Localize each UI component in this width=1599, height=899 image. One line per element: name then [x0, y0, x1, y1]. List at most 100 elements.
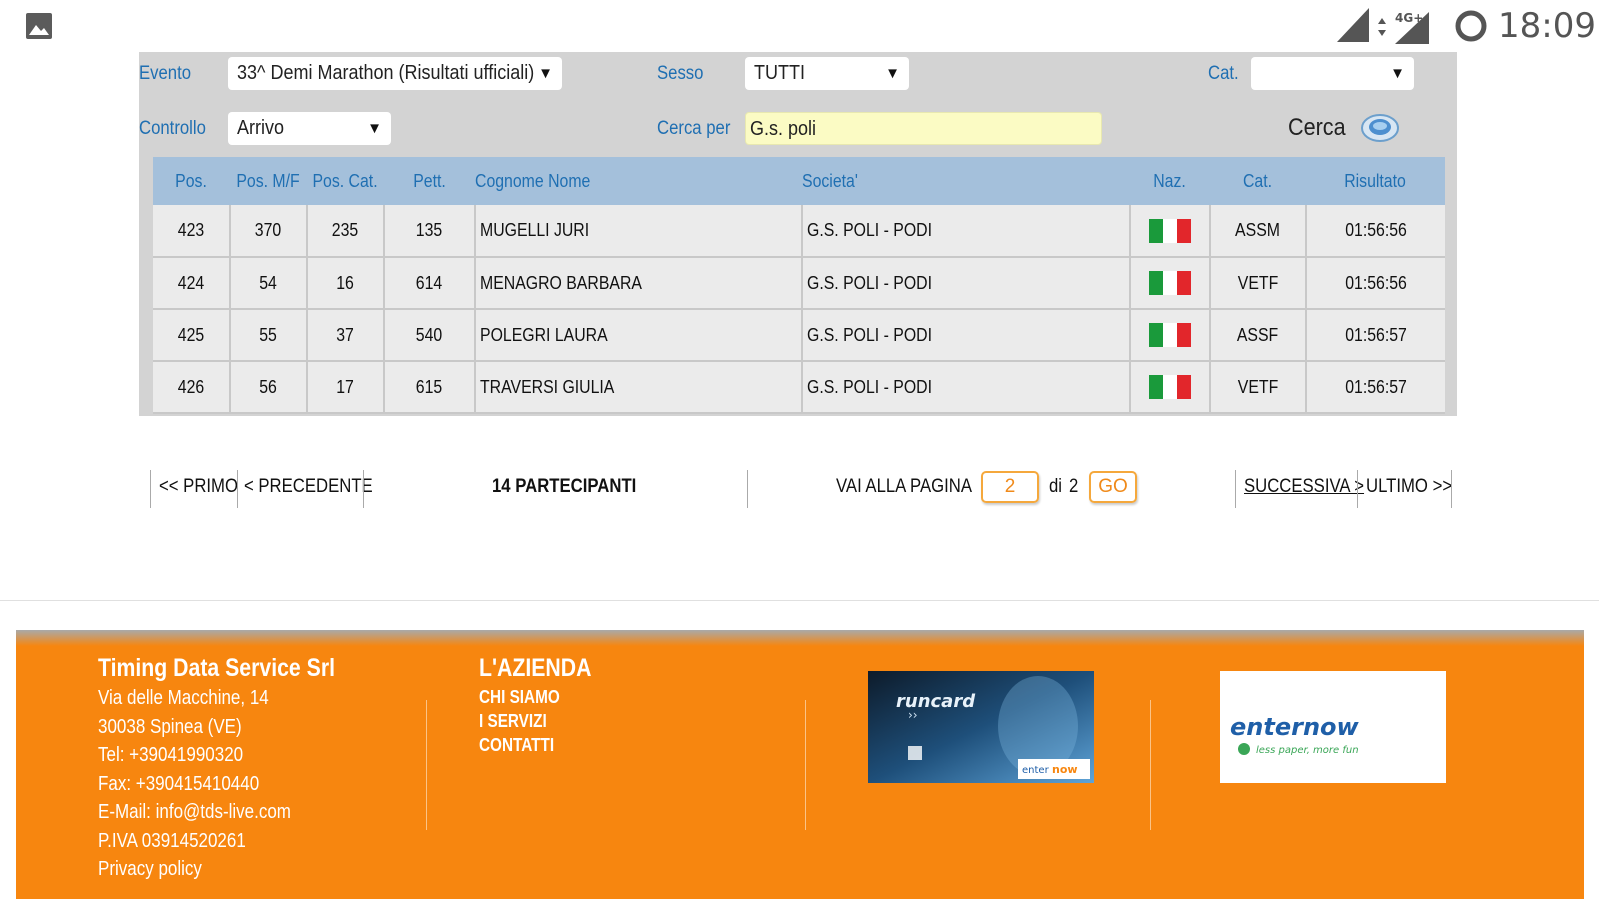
dropdown-arrow-icon: ▼: [1390, 65, 1405, 82]
privacy-policy-link[interactable]: Privacy policy: [98, 855, 335, 884]
header-naz: Naz.: [1153, 170, 1187, 191]
cerca-per-input[interactable]: G.s. poli: [745, 112, 1102, 145]
cell-societa: G.S. POLI - PODI: [801, 205, 1130, 258]
chi-siamo-link[interactable]: CHI SIAMO: [479, 685, 591, 709]
pager-divider: [363, 470, 364, 508]
italy-flag-icon: [1149, 218, 1191, 243]
cell-naz: [1129, 309, 1210, 362]
table-row[interactable]: 425 55 37 540 POLEGRI LAURA G.S. POLI - …: [153, 309, 1445, 362]
results-table: Pos. Pos. M/F Pos. Cat. Pett. Cognome No…: [153, 157, 1445, 414]
company-piva: P.IVA 03914520261: [98, 829, 246, 852]
cell-risultato: 01:56:56: [1305, 257, 1445, 310]
pager-divider: [150, 470, 151, 508]
evento-value: 33^ Demi Marathon (Risultati ufficiali): [237, 62, 535, 84]
cerca-per-value: G.s. poli: [750, 118, 817, 140]
cell-pos-mf: 370: [229, 205, 307, 258]
cell-pos-mf: 55: [229, 309, 307, 362]
cerca-per-label: Cerca per: [657, 118, 731, 139]
cell-pos-mf: 54: [229, 257, 307, 310]
contatti-link[interactable]: CONTATTI: [479, 733, 591, 757]
pager-divider: [1357, 470, 1358, 508]
network-type: 4G+: [1395, 11, 1423, 25]
last-page-link[interactable]: ULTIMO >>: [1366, 476, 1452, 498]
battery-icon: [1455, 10, 1487, 42]
cell-pos: 426: [153, 361, 230, 414]
goto-page-label: VAI ALLA PAGINA: [836, 476, 973, 497]
dropdown-arrow-icon: ▼: [538, 65, 553, 82]
company-name: Timing Data Service Srl: [98, 654, 336, 682]
cell-societa: G.S. POLI - PODI: [801, 361, 1130, 414]
cell-pos-mf: 56: [229, 361, 307, 414]
header-pett: Pett.: [413, 170, 446, 191]
header-cat: Cat.: [1243, 170, 1273, 191]
enternow-banner[interactable]: enternow less paper, more fun: [1220, 671, 1446, 783]
table-row[interactable]: 426 56 17 615 TRAVERSI GIULIA G.S. POLI …: [153, 361, 1445, 414]
header-risultato: Risultato: [1344, 170, 1407, 191]
table-row[interactable]: 424 54 16 614 MENAGRO BARBARA G.S. POLI …: [153, 257, 1445, 310]
cell-pett: 135: [383, 205, 475, 258]
azienda-section: L'AZIENDA CHI SIAMO I SERVIZI CONTATTI: [479, 654, 611, 757]
cell-pos: 423: [153, 205, 230, 258]
go-button[interactable]: GO: [1089, 471, 1137, 503]
evento-select[interactable]: 33^ Demi Marathon (Risultati ufficiali) …: [228, 57, 562, 90]
runcard-banner[interactable]: runcard ›› enter now: [868, 671, 1094, 783]
cell-societa: G.S. POLI - PODI: [801, 309, 1130, 362]
servizi-link[interactable]: I SERVIZI: [479, 709, 591, 733]
participants-count: 14 PARTECIPANTI: [492, 476, 637, 497]
controllo-value: Arrivo: [237, 117, 285, 139]
italy-flag-icon: [1149, 375, 1191, 399]
footer-divider: [805, 700, 806, 830]
cat-label: Cat.: [1208, 63, 1239, 84]
table-row[interactable]: 423 370 235 135 MUGELLI JURI G.S. POLI -…: [153, 205, 1445, 258]
cell-pos-cat: 37: [306, 309, 384, 362]
cell-cat: ASSF: [1209, 309, 1306, 362]
pager-divider: [1451, 470, 1452, 508]
cell-societa: G.S. POLI - PODI: [801, 257, 1130, 310]
svg-text:now: now: [1052, 763, 1078, 776]
eye-icon: [1361, 114, 1400, 142]
cell-cat: VETF: [1209, 361, 1306, 414]
sesso-select[interactable]: TUTTI ▼: [745, 57, 909, 90]
header-societa: Societa': [802, 170, 858, 191]
company-fax: Fax: +390415410440: [98, 772, 260, 795]
footer: Timing Data Service Srl Via delle Macchi…: [16, 630, 1584, 899]
footer-divider: [426, 700, 427, 830]
enternow-tagline: less paper, more fun: [1256, 745, 1359, 756]
cell-cat: ASSM: [1209, 205, 1306, 258]
cat-select[interactable]: ▼: [1251, 57, 1414, 90]
italy-flag-icon: [1149, 323, 1191, 347]
header-cognome-nome: Cognome Nome: [475, 170, 591, 191]
image-icon: [26, 13, 52, 39]
company-city: 30038 Spinea (VE): [98, 715, 242, 738]
dropdown-arrow-icon: ▼: [885, 65, 900, 82]
company-email[interactable]: E-Mail: info@tds-live.com: [98, 798, 335, 827]
cell-pos-cat: 16: [306, 257, 384, 310]
controllo-select[interactable]: Arrivo ▼: [228, 112, 391, 145]
cell-pett: 615: [383, 361, 475, 414]
pager-divider: [237, 470, 238, 508]
footer-divider: [1150, 700, 1151, 830]
next-page-link[interactable]: SUCCESSIVA >: [1244, 476, 1364, 498]
cell-cat: VETF: [1209, 257, 1306, 310]
signal-icon: [1337, 8, 1369, 42]
footer-shadow: [16, 630, 1584, 646]
cell-name: TRAVERSI GIULIA: [474, 361, 802, 414]
company-address: Via delle Macchine, 14: [98, 687, 269, 709]
cell-name: POLEGRI LAURA: [474, 309, 802, 362]
header-pos-mf: Pos. M/F: [236, 170, 301, 191]
sesso-label: Sesso: [657, 63, 704, 84]
company-info: Timing Data Service Srl Via delle Macchi…: [98, 654, 377, 884]
first-page-link[interactable]: << PRIMO: [159, 476, 238, 498]
cell-pos-cat: 235: [306, 205, 384, 258]
page-number-input[interactable]: 2: [981, 471, 1039, 503]
data-icon: 4G+: [1378, 11, 1429, 44]
cell-pos: 425: [153, 309, 230, 362]
pagination: << PRIMO < PRECEDENTE 14 PARTECIPANTI VA…: [148, 470, 1452, 510]
status-time: 18:09: [1498, 6, 1596, 46]
prev-page-link[interactable]: < PRECEDENTE: [244, 476, 373, 498]
cell-pett: 540: [383, 309, 475, 362]
company-tel: Tel: +39041990320: [98, 744, 244, 766]
cell-name: MENAGRO BARBARA: [474, 257, 802, 310]
total-pages: 2: [1069, 476, 1079, 497]
search-button[interactable]: Cerca: [1288, 110, 1400, 146]
